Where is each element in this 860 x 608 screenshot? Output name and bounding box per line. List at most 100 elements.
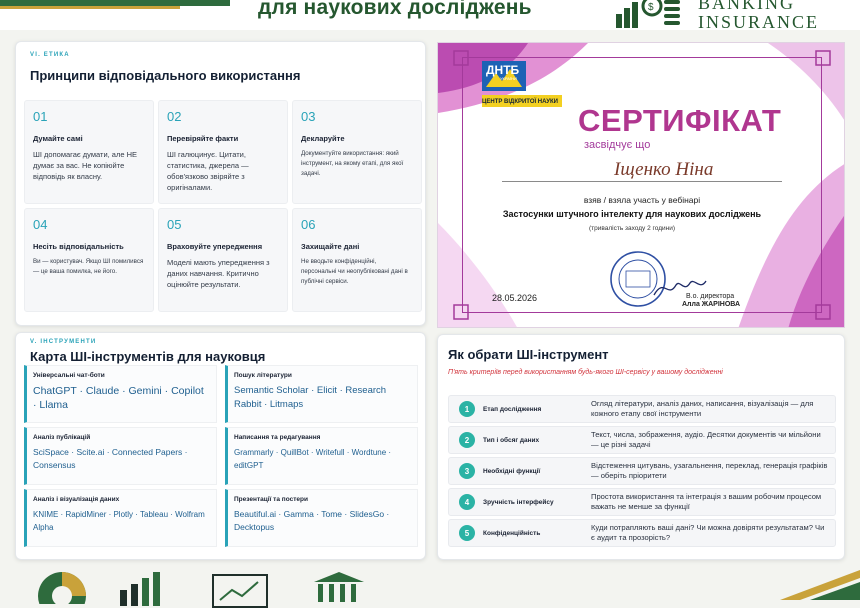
principle-card: 04 Несіть відповідальність Ви — користув… — [24, 208, 154, 312]
choose-card: Як обрати ШІ-інструмент П'ять критеріїв … — [437, 334, 845, 560]
criterion-description: Куди потрапляють ваші дані? Чи можна дов… — [591, 523, 825, 542]
principle-text: ШІ допомагає думати, але НЕ думає за вас… — [33, 150, 138, 181]
principle-text: Не вводьте конфіденційні, персональні чи… — [301, 258, 408, 285]
tool-group: Універсальні чат-боти ChatGPT · Claude ·… — [24, 365, 217, 423]
participation-text: взяв / взяла участь у вебінарі — [583, 195, 701, 205]
top-banner: для наукових досліджень $ BANKING INSURA… — [0, 0, 860, 32]
tool-group: Пошук літератури Semantic Scholar · Elic… — [225, 365, 418, 423]
principle-text: Моделі мають упередження з даних навчанн… — [167, 258, 270, 289]
banking-logo-icon: $ — [616, 0, 680, 28]
tools-title: Карта ШІ-інструментів для науковця — [30, 349, 266, 364]
criterion-row: 2 Тип і обсяг даних Текст, числа, зображ… — [448, 426, 836, 454]
principle-heading: Захищайте дані — [301, 242, 360, 251]
criterion-number: 3 — [459, 463, 475, 479]
tools-grid: Універсальні чат-боти ChatGPT · Claude ·… — [24, 365, 418, 547]
tool-group-items: Beautiful.ai · Gamma · Tome · SlidesGo ·… — [234, 509, 390, 532]
criterion-row: 4 Зручність інтерфейсу Простота використ… — [448, 488, 836, 516]
corner-stripe — [780, 570, 860, 600]
principle-card: 01 Думайте самі ШІ допомагає думати, але… — [24, 100, 154, 204]
criterion-number: 2 — [459, 432, 475, 448]
choose-title: Як обрати ШІ-інструмент — [448, 347, 609, 362]
principle-text: Ви — користувач. Якщо ШІ помилився — це … — [33, 258, 144, 275]
certificate-subtitle: засвідчує що — [584, 139, 651, 151]
criterion-label: Конфіденційність — [483, 529, 541, 537]
tool-group-items: KNIME · RapidMiner · Plotly · Tableau · … — [33, 510, 205, 532]
tools-card: V. ІНСТРУМЕНТИ Карта ШІ-інструментів для… — [15, 332, 426, 560]
brand-text-2: INSURANCE — [698, 12, 820, 32]
tool-group-heading: Універсальні чат-боти — [33, 372, 105, 379]
banner-title: для наукових досліджень — [258, 0, 532, 19]
criterion-label: Тип і обсяг даних — [483, 436, 540, 444]
tool-group: Аналіз і візуалізація даних KNIME · Rapi… — [24, 489, 217, 547]
logo-main-text: ДНТБ — [486, 63, 520, 77]
tool-group-items: Semantic Scholar · Elicit · Research Rab… — [234, 385, 387, 410]
criterion-description: Огляд літератури, аналіз даних, написанн… — [591, 399, 814, 418]
principle-number: 03 — [301, 109, 316, 124]
criterion-description: Текст, числа, зображення, аудіо. Десятки… — [591, 430, 821, 449]
tool-group-heading: Написання та редагування — [234, 434, 321, 441]
tool-group-items: SciSpace · Scite.ai · Connected Papers ·… — [33, 447, 188, 470]
tool-group-heading: Пошук літератури — [234, 372, 292, 379]
principles-grid: 01 Думайте самі ШІ допомагає думати, але… — [24, 100, 422, 312]
certificate: ДНТБ УКРАЇНИ ЦЕНТР ВІДКРИТОЇ НАУКИ СЕРТИ… — [437, 42, 845, 328]
criterion-number: 1 — [459, 401, 475, 417]
line-chart-icon — [212, 574, 268, 608]
tool-group: Аналіз публікацій SciSpace · Scite.ai · … — [24, 427, 217, 485]
criterion-label: Етап дослідження — [483, 405, 542, 413]
ethics-kicker: VI. ЕТИКА — [30, 52, 70, 58]
principle-number: 04 — [33, 217, 48, 232]
principle-heading: Перевіряйте факти — [167, 134, 239, 143]
principle-number: 01 — [33, 109, 48, 124]
criterion-row: 5 Конфіденційність Куди потрапляють ваші… — [448, 519, 836, 547]
tools-kicker: V. ІНСТРУМЕНТИ — [30, 339, 97, 345]
criterion-number: 4 — [459, 494, 475, 510]
principle-card: 03 Декларуйте Документуйте використання:… — [292, 100, 422, 204]
criterion-row: 3 Необхідні функції Відстеження цитувань… — [448, 457, 836, 485]
criterion-number: 5 — [459, 525, 475, 541]
criterion-label: Необхідні функції — [483, 467, 541, 475]
name-underline — [502, 181, 782, 182]
logo-sub-text: УКРАЇНИ — [500, 76, 517, 81]
criterion-description: Простота використання та інтеграція з ва… — [591, 492, 822, 511]
ethics-title: Принципи відповідального використання — [30, 68, 301, 83]
certificate-title: СЕРТИФІКАТ — [578, 103, 782, 138]
bar-chart-icon — [120, 572, 160, 606]
principle-heading: Враховуйте упередження — [167, 242, 263, 251]
principle-heading: Несіть відповідальність — [33, 242, 124, 251]
svg-text:$: $ — [648, 2, 654, 13]
tool-group-heading: Аналіз публікацій — [33, 434, 91, 441]
tool-group: Презентації та постери Beautiful.ai · Ga… — [225, 489, 418, 547]
ethics-card: VI. ЕТИКА Принципи відповідального викор… — [15, 41, 426, 326]
webinar-title: Застосунки штучного інтелекту для науков… — [502, 209, 762, 219]
principle-heading: Думайте самі — [33, 134, 83, 143]
principle-text: ШІ галюцинує. Цитати, статистика, джерел… — [167, 150, 249, 192]
certificate-date: 28.05.2026 — [492, 293, 538, 303]
principle-card: 06 Захищайте дані Не вводьте конфіденцій… — [292, 208, 422, 312]
choose-subtitle: П'ять критеріїв перед використанням будь… — [448, 369, 723, 376]
principle-number: 02 — [167, 109, 182, 124]
criterion-label: Зручність інтерфейсу — [483, 498, 554, 506]
principle-text: Документуйте використання: який інструме… — [301, 150, 404, 177]
signer-role: В.о. директора — [686, 293, 735, 300]
principle-card: 05 Враховуйте упередження Моделі мають у… — [158, 208, 288, 312]
criterion-row: 1 Етап дослідження Огляд літератури, ана… — [448, 395, 836, 423]
pie-chart-icon — [38, 572, 86, 604]
tool-group-heading: Аналіз і візуалізація даних — [33, 496, 120, 503]
banner-stripe-gold — [0, 6, 180, 9]
signer-name: Алла ЖАРІНОВА — [682, 301, 741, 308]
tool-group-heading: Презентації та постери — [234, 496, 308, 503]
criterion-description: Відстеження цитувань, узагальнення, пере… — [591, 461, 828, 480]
logo-caption: ЦЕНТР ВІДКРИТОЇ НАУКИ — [482, 99, 558, 105]
principle-number: 05 — [167, 217, 182, 232]
bank-building-icon — [314, 572, 364, 602]
tool-group-items: Grammarly · QuillBot · Writefull · Wordt… — [234, 448, 392, 470]
principle-card: 02 Перевіряйте факти ШІ галюцинує. Цитат… — [158, 100, 288, 204]
tool-group: Написання та редагування Grammarly · Qui… — [225, 427, 418, 485]
brand-text: BANKING INSURANCE — [698, 0, 819, 32]
principle-number: 06 — [301, 217, 316, 232]
tool-group-items: ChatGPT · Claude · Gemini · Copilot · Ll… — [33, 385, 204, 411]
principle-heading: Декларуйте — [301, 134, 345, 143]
bottom-decor — [0, 566, 860, 608]
duration-text: (тривалість заходу 2 години) — [588, 225, 676, 232]
recipient-name: Іщенко Ніна — [614, 159, 714, 180]
